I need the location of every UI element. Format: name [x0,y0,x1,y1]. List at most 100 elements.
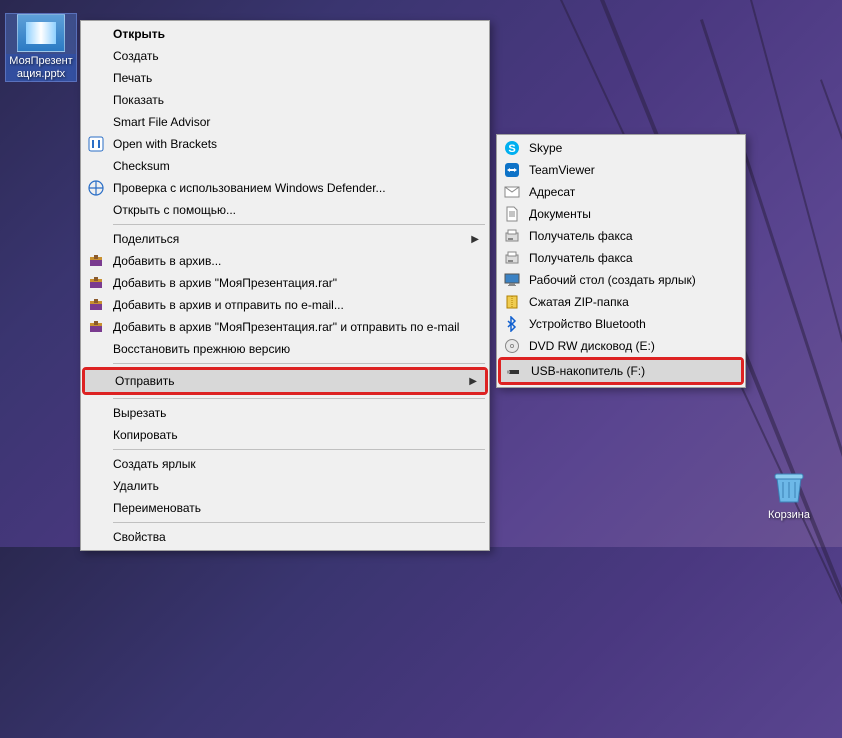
blank-icon [87,478,105,494]
ctx-item-4[interactable]: Smart File Advisor [83,111,487,133]
highlight-box: Отправить▶ [82,367,488,395]
ctx-item-16[interactable]: Вырезать [83,402,487,424]
menu-item-label: Skype [529,141,735,155]
ctx-item-8[interactable]: Открыть с помощью... [83,199,487,221]
menu-separator [113,522,485,523]
bg-line [820,79,842,737]
fax-icon [503,228,521,244]
sendto-item-4[interactable]: Получатель факса [499,225,743,247]
blank-icon [87,114,105,130]
recycle-bin-label: Корзина [754,508,824,523]
blank-icon [87,92,105,108]
menu-separator [113,224,485,225]
bluetooth-icon [503,316,521,332]
ctx-item-5[interactable]: Open with Brackets [83,133,487,155]
ctx-item-11[interactable]: Добавить в архив "МояПрезентация.rar" [83,272,487,294]
ctx-item-19[interactable]: Удалить [83,475,487,497]
sendto-item-0[interactable]: S Skype [499,137,743,159]
ctx-item-20[interactable]: Переименовать [83,497,487,519]
menu-item-label: Восстановить прежнюю версию [113,342,479,356]
ctx-item-6[interactable]: Checksum [83,155,487,177]
sendto-item-5[interactable]: Получатель факса [499,247,743,269]
blank-icon [87,231,105,247]
menu-item-label: Открыть [113,27,479,41]
menu-separator [113,398,485,399]
menu-item-label: Свойства [113,530,479,544]
ctx-item-10[interactable]: Добавить в архив... [83,250,487,272]
menu-item-label: Получатель факса [529,229,735,243]
menu-item-label: Создать ярлык [113,457,479,471]
sendto-item-8[interactable]: Устройство Bluetooth [499,313,743,335]
menu-item-label: Адресат [529,185,735,199]
menu-item-label: Smart File Advisor [113,115,479,129]
desktop-icon [503,272,521,288]
menu-item-label: Проверка с использованием Windows Defend… [113,181,479,195]
menu-item-label: Добавить в архив "МояПрезентация.rar" и … [113,320,479,334]
menu-item-label: Open with Brackets [113,137,479,151]
blank-icon [87,48,105,64]
menu-item-label: Получатель факса [529,251,735,265]
svg-text:S: S [508,143,515,155]
blank-icon [87,202,105,218]
sendto-item-7[interactable]: Сжатая ZIP-папка [499,291,743,313]
menu-item-label: Печать [113,71,479,85]
blank-icon [87,70,105,86]
ctx-item-7[interactable]: Проверка с использованием Windows Defend… [83,177,487,199]
teamviewer-icon [503,162,521,178]
sendto-item-1[interactable]: TeamViewer [499,159,743,181]
menu-item-label: Сжатая ZIP-папка [529,295,735,309]
sendto-item-2[interactable]: Адресат [499,181,743,203]
menu-separator [113,449,485,450]
menu-item-label: Добавить в архив и отправить по e-mail..… [113,298,479,312]
menu-item-label: Поделиться [113,232,471,246]
ctx-item-12[interactable]: Добавить в архив и отправить по e-mail..… [83,294,487,316]
menu-item-label: Документы [529,207,735,221]
sendto-item-9[interactable]: DVD RW дисковод (E:) [499,335,743,357]
ctx-item-0[interactable]: Открыть [83,23,487,45]
blank-icon [87,26,105,42]
context-menu: Открыть Создать Печать Показать Smart File A… [80,20,490,551]
send-to-submenu: S Skype TeamViewer Адресат Документы Получате… [496,134,746,388]
sendto-item-10[interactable]: USB-накопитель (F:) [501,360,741,382]
ctx-item-9[interactable]: Поделиться▶ [83,228,487,250]
sendto-item-6[interactable]: Рабочий стол (создать ярлык) [499,269,743,291]
usb-icon [505,363,523,379]
desktop-file-label: МояПрезентация.pptx [6,54,76,81]
menu-item-label: DVD RW дисковод (E:) [529,339,735,353]
ctx-item-15[interactable]: Отправить▶ [85,370,485,392]
blank-icon [87,341,105,357]
defender-icon [87,180,105,196]
blank-icon [89,373,107,389]
blank-icon [87,158,105,174]
menu-item-label: Открыть с помощью... [113,203,479,217]
ctx-item-18[interactable]: Создать ярлык [83,453,487,475]
zip-icon [503,294,521,310]
sendto-item-3[interactable]: Документы [499,203,743,225]
submenu-arrow-icon: ▶ [469,376,477,387]
ctx-item-17[interactable]: Копировать [83,424,487,446]
menu-item-label: Копировать [113,428,479,442]
desktop-file-pptx[interactable]: МояПрезентация.pptx [6,14,76,81]
ctx-item-14[interactable]: Восстановить прежнюю версию [83,338,487,360]
ctx-item-3[interactable]: Показать [83,89,487,111]
menu-item-label: Создать [113,49,479,63]
menu-item-label: Переименовать [113,501,479,515]
mail-icon [503,184,521,200]
menu-item-label: Рабочий стол (создать ярлык) [529,273,735,287]
menu-separator [113,363,485,364]
blank-icon [87,405,105,421]
pptx-icon [17,14,65,52]
dvd-icon [503,338,521,354]
ctx-item-1[interactable]: Создать [83,45,487,67]
ctx-item-13[interactable]: Добавить в архив "МояПрезентация.rar" и … [83,316,487,338]
menu-item-label: Добавить в архив... [113,254,479,268]
winrar-icon [87,319,105,335]
submenu-arrow-icon: ▶ [471,234,479,245]
docs-icon [503,206,521,222]
ctx-item-2[interactable]: Печать [83,67,487,89]
menu-item-label: Отправить [115,374,469,388]
winrar-icon [87,275,105,291]
blank-icon [87,427,105,443]
ctx-item-21[interactable]: Свойства [83,526,487,548]
desktop-recycle-bin[interactable]: Корзина [754,468,824,523]
